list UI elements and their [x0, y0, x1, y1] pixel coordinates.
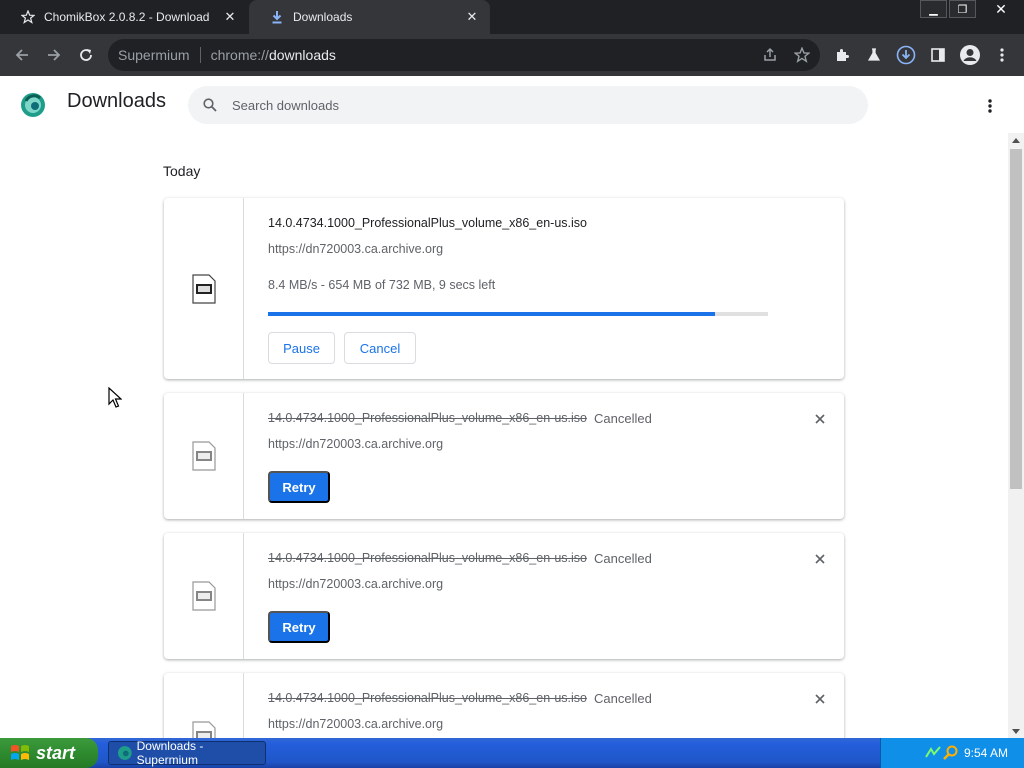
- search-box[interactable]: [188, 86, 868, 124]
- magnifier-tray-icon[interactable]: [943, 745, 959, 761]
- taskbar-item-label: Downloads - Supermium: [136, 739, 204, 767]
- browser-chip: Supermium: [118, 47, 190, 63]
- downloads-button-icon[interactable]: [890, 34, 922, 76]
- source-url[interactable]: https://dn720003.ca.archive.org: [268, 717, 443, 731]
- supermium-logo-icon: [20, 92, 46, 118]
- extensions-puzzle-icon[interactable]: [826, 34, 858, 76]
- tab-downloads[interactable]: Downloads ✕: [249, 0, 490, 34]
- browser-menu-icon[interactable]: [986, 34, 1018, 76]
- page-scrollbar[interactable]: [1008, 133, 1024, 738]
- date-section-label: Today: [163, 163, 201, 179]
- download-status: Cancelled: [594, 691, 652, 706]
- more-actions-icon[interactable]: [976, 92, 1004, 120]
- supermium-app-icon: [117, 746, 132, 760]
- remove-item-close-icon[interactable]: [812, 551, 828, 567]
- side-panel-icon[interactable]: [922, 34, 954, 76]
- file-name-link[interactable]: 14.0.4734.1000_ProfessionalPlus_volume_x…: [268, 216, 587, 230]
- restore-button[interactable]: ❐: [949, 0, 976, 18]
- minimize-button[interactable]: ▁: [920, 0, 947, 18]
- cancel-button[interactable]: Cancel: [344, 332, 416, 364]
- windows-flag-icon: [11, 745, 29, 760]
- mouse-cursor-icon: [108, 387, 122, 408]
- taskbar: start Downloads - Supermium 9:54 AM: [0, 738, 1024, 768]
- tab-close-icon[interactable]: ✕: [464, 9, 480, 25]
- scroll-up-arrow-icon[interactable]: [1008, 133, 1024, 147]
- source-url[interactable]: https://dn720003.ca.archive.org: [268, 437, 443, 451]
- start-label: start: [36, 742, 76, 763]
- iso-file-icon: [191, 721, 216, 738]
- download-status: Cancelled: [594, 411, 652, 426]
- search-icon: [200, 98, 220, 112]
- download-status: Cancelled: [594, 551, 652, 566]
- file-name: 14.0.4734.1000_ProfessionalPlus_volume_x…: [268, 551, 587, 565]
- star-icon: [20, 10, 36, 24]
- file-name: 14.0.4734.1000_ProfessionalPlus_volume_x…: [268, 411, 587, 425]
- file-icon-column: [164, 533, 244, 659]
- back-arrow-icon[interactable]: [6, 34, 38, 76]
- tab-title: Downloads: [293, 10, 353, 24]
- progress-status: 8.4 MB/s - 654 MB of 732 MB, 9 secs left: [268, 278, 496, 292]
- tab-title: ChomikBox 2.0.8.2 - Download: [44, 10, 210, 24]
- tab-chomikbox[interactable]: ChomikBox 2.0.8.2 - Download ✕: [0, 0, 248, 34]
- forward-arrow-icon[interactable]: [38, 34, 70, 76]
- page-title: Downloads: [67, 90, 166, 112]
- start-button[interactable]: start: [0, 738, 98, 768]
- remove-item-close-icon[interactable]: [812, 411, 828, 427]
- progress-bar: [268, 312, 768, 316]
- download-item-cancelled: 14.0.4734.1000_ProfessionalPlus_volume_x…: [164, 533, 844, 659]
- url-scheme: chrome://: [210, 47, 269, 63]
- source-url[interactable]: https://dn720003.ca.archive.org: [268, 577, 443, 591]
- clock: 9:54 AM: [963, 746, 1008, 760]
- search-input[interactable]: [232, 97, 832, 113]
- remove-item-close-icon[interactable]: [812, 691, 828, 707]
- browser-toolbar: Supermium chrome:// downloads: [0, 34, 1024, 76]
- download-item-cancelled: 14.0.4734.1000_ProfessionalPlus_volume_x…: [164, 393, 844, 519]
- system-tray: 9:54 AM: [880, 738, 1024, 768]
- share-icon[interactable]: [754, 34, 786, 76]
- close-window-button[interactable]: ✕: [978, 0, 1024, 18]
- iso-file-icon: [191, 273, 216, 304]
- address-bar[interactable]: Supermium chrome:// downloads: [108, 39, 820, 71]
- tab-close-icon[interactable]: ✕: [222, 9, 238, 25]
- reload-icon[interactable]: [70, 34, 102, 76]
- tab-strip: ChomikBox 2.0.8.2 - Download ✕ Downloads…: [0, 0, 1024, 34]
- network-icon[interactable]: [925, 745, 941, 761]
- pause-button[interactable]: Pause: [268, 332, 335, 364]
- retry-button[interactable]: Retry: [268, 471, 330, 503]
- retry-button[interactable]: Retry: [268, 611, 330, 643]
- scroll-thumb[interactable]: [1010, 149, 1022, 489]
- iso-file-icon: [191, 581, 216, 611]
- file-icon-column: [164, 393, 244, 519]
- source-url[interactable]: https://dn720003.ca.archive.org: [268, 242, 443, 256]
- file-icon-column: [164, 673, 244, 738]
- page-header: Downloads: [0, 76, 1024, 132]
- download-item-active: 14.0.4734.1000_ProfessionalPlus_volume_x…: [164, 198, 844, 379]
- bookmark-star-icon[interactable]: [786, 34, 818, 76]
- iso-file-icon: [191, 441, 216, 471]
- scroll-down-arrow-icon[interactable]: [1008, 724, 1024, 738]
- omnibox-separator: [199, 47, 201, 63]
- download-icon: [269, 10, 285, 24]
- file-name: 14.0.4734.1000_ProfessionalPlus_volume_x…: [268, 691, 587, 705]
- window-controls: ▁ ❐ ✕: [918, 0, 1024, 18]
- taskbar-item-supermium[interactable]: Downloads - Supermium: [108, 739, 266, 767]
- url-host: downloads: [268, 47, 336, 63]
- progress-fill: [268, 312, 715, 316]
- download-item-cancelled: 14.0.4734.1000_ProfessionalPlus_volume_x…: [164, 673, 844, 738]
- downloads-page: Downloads Today 14.0.4734.1000_Professio…: [0, 76, 1024, 738]
- profile-avatar-icon[interactable]: [954, 34, 986, 76]
- labs-flask-icon[interactable]: [858, 34, 890, 76]
- file-icon-column: [164, 198, 244, 379]
